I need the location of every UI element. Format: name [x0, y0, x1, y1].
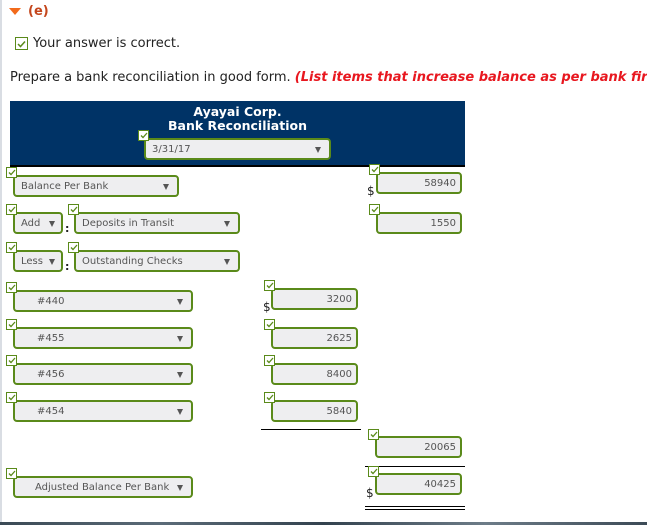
check-number-label: #455	[37, 332, 65, 344]
correct-check-icon	[68, 204, 79, 215]
balance-per-bank-amount-input[interactable]: 58940	[376, 172, 462, 194]
check-amount-input[interactable]: 3200	[271, 288, 358, 310]
date-select[interactable]: 3/31/17	[144, 138, 331, 160]
company-name: Ayayai Corp.	[193, 104, 282, 119]
correct-check-icon	[369, 164, 380, 175]
correct-check-icon	[264, 319, 275, 330]
dropdown-arrow-icon	[177, 299, 183, 305]
correct-check-icon	[6, 468, 17, 479]
dropdown-arrow-icon	[163, 184, 169, 190]
add-operator-select[interactable]: Add	[13, 212, 63, 234]
statement-title: Bank Reconciliation	[168, 118, 307, 133]
checks-total-amount-input[interactable]: 20065	[375, 436, 462, 458]
check-amount-input[interactable]: 2625	[271, 327, 358, 349]
currency-symbol: $	[367, 184, 375, 198]
outstanding-checks-select[interactable]: Outstanding Checks	[74, 250, 240, 272]
balance-per-bank-select[interactable]: Balance Per Bank	[13, 175, 179, 197]
correct-check-icon	[138, 130, 149, 141]
double-underline-top	[365, 506, 465, 507]
balance-per-bank-label: Balance Per Bank	[21, 180, 109, 192]
correct-check-icon	[6, 167, 17, 178]
correct-check-icon	[264, 280, 275, 291]
deposits-in-transit-label: Deposits in Transit	[82, 217, 175, 229]
collapse-triangle-icon[interactable]	[9, 8, 21, 15]
dropdown-arrow-icon	[177, 485, 183, 491]
less-operator-label: Less	[21, 255, 43, 267]
instructions-emphasis: (List items that increase balance as per…	[294, 70, 647, 85]
dropdown-arrow-icon	[49, 221, 55, 227]
correct-check-icon	[68, 242, 79, 253]
add-operator-label: Add	[21, 217, 41, 229]
less-operator-select[interactable]: Less	[13, 250, 63, 272]
dropdown-arrow-icon	[177, 372, 183, 378]
adjusted-balance-amount-input[interactable]: 40425	[375, 473, 462, 495]
total-underline	[365, 466, 465, 467]
section-header[interactable]: (e)	[9, 4, 49, 19]
check-number-select[interactable]: #456	[13, 363, 193, 385]
correct-check-icon	[368, 466, 379, 477]
instructions-text: Prepare a bank reconciliation in good fo…	[10, 70, 291, 85]
subtotal-underline	[261, 429, 361, 430]
check-icon	[15, 37, 28, 50]
currency-symbol: $	[263, 300, 271, 314]
adjusted-balance-label: Adjusted Balance Per Bank	[35, 481, 170, 493]
instructions: Prepare a bank reconciliation in good fo…	[10, 70, 647, 85]
double-underline-bottom	[365, 509, 465, 510]
currency-symbol: $	[366, 486, 374, 500]
correct-check-icon	[369, 204, 380, 215]
dropdown-arrow-icon	[315, 147, 321, 153]
check-number-label: #440	[37, 295, 65, 307]
section-label: (e)	[28, 4, 49, 19]
colon-separator: :	[65, 260, 70, 273]
dropdown-arrow-icon	[177, 409, 183, 415]
dropdown-arrow-icon	[224, 259, 230, 265]
check-amount-input[interactable]: 8400	[271, 363, 358, 385]
check-number-label: #456	[37, 368, 65, 380]
correct-check-icon	[6, 204, 17, 215]
correct-check-icon	[264, 355, 275, 366]
check-number-select[interactable]: #455	[13, 327, 193, 349]
dropdown-arrow-icon	[49, 259, 55, 265]
window-left-border	[0, 0, 2, 525]
deposits-in-transit-select[interactable]: Deposits in Transit	[74, 212, 240, 234]
dropdown-arrow-icon	[224, 221, 230, 227]
correct-check-icon	[6, 282, 17, 293]
correct-check-icon	[264, 392, 275, 403]
header-divider	[10, 165, 465, 167]
correct-check-icon	[6, 355, 17, 366]
correct-check-icon	[6, 392, 17, 403]
correct-check-icon	[6, 319, 17, 330]
check-amount-input[interactable]: 5840	[271, 400, 358, 422]
status-text: Your answer is correct.	[33, 36, 181, 51]
correct-check-icon	[368, 429, 379, 440]
check-number-select[interactable]: #454	[13, 400, 193, 422]
colon-separator: :	[65, 222, 70, 235]
date-value: 3/31/17	[152, 143, 191, 155]
adjusted-balance-select[interactable]: Adjusted Balance Per Bank	[13, 476, 193, 498]
deposits-in-transit-amount-input[interactable]: 1550	[376, 212, 462, 234]
dropdown-arrow-icon	[177, 336, 183, 342]
check-number-label: #454	[37, 405, 65, 417]
correct-check-icon	[6, 242, 17, 253]
outstanding-checks-label: Outstanding Checks	[82, 255, 183, 267]
answer-status: Your answer is correct.	[15, 36, 180, 51]
check-number-select[interactable]: #440	[13, 290, 193, 312]
